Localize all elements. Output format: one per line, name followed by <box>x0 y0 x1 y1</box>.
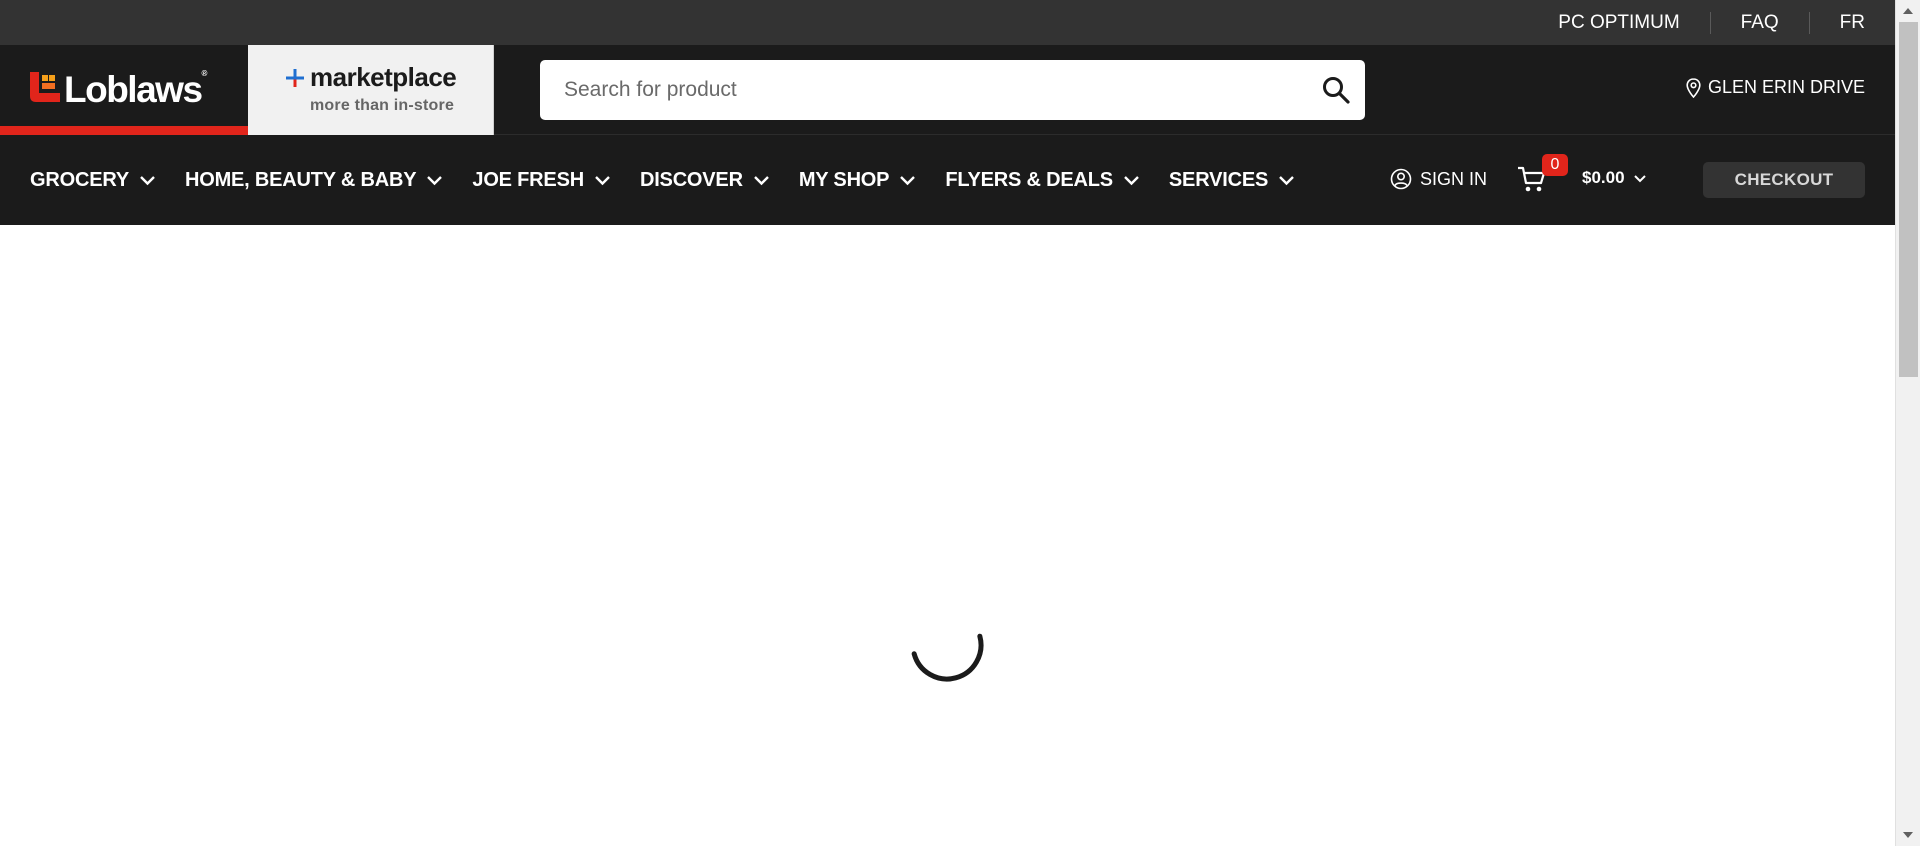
main-header: Loblaws® marketplace more than in-store <box>0 45 1895 135</box>
chevron-down-icon <box>595 175 610 185</box>
chevron-down-icon <box>1279 175 1294 185</box>
cart-total-label: $0.00 <box>1582 168 1625 187</box>
cart-count-badge: 0 <box>1542 154 1568 176</box>
nav-item-discover[interactable]: DISCOVER <box>640 169 770 192</box>
faq-link[interactable]: FAQ <box>1711 11 1810 34</box>
nav-item-label: DISCOVER <box>639 168 743 191</box>
user-circle-icon <box>1390 168 1412 190</box>
location-pin-icon <box>1686 77 1701 98</box>
sign-in-button[interactable]: SIGN IN <box>1390 168 1487 190</box>
nav-item-label: JOE FRESH <box>472 168 584 191</box>
utility-bar: PC OPTIMUM FAQ FR <box>0 0 1895 45</box>
search-input[interactable] <box>540 60 1300 120</box>
language-toggle-link[interactable]: FR <box>1810 12 1865 34</box>
search-icon[interactable] <box>1321 75 1351 105</box>
scroll-down-arrow-icon[interactable] <box>1896 824 1920 846</box>
chevron-down-icon <box>427 175 443 185</box>
scroll-up-arrow-icon[interactable] <box>1896 0 1920 22</box>
chevron-down-icon <box>140 175 155 185</box>
nav-item-label: GROCERY <box>30 168 129 191</box>
logo-wordmark: Loblaws® <box>64 69 208 110</box>
scrollbar-thumb[interactable] <box>1899 22 1918 377</box>
checkout-button[interactable]: CHECKOUT <box>1703 162 1865 198</box>
nav-item-grocery[interactable]: GROCERY <box>30 169 156 192</box>
marketplace-title: marketplace <box>310 62 457 92</box>
chevron-down-icon <box>753 175 769 185</box>
nav-item-services[interactable]: SERVICES <box>1169 169 1295 192</box>
logo-active-underline <box>0 126 248 135</box>
nav-item-home-beauty-baby[interactable]: HOME, BEAUTY & BABY <box>185 169 443 192</box>
cart-total-dropdown[interactable]: $0.00 <box>1582 168 1647 188</box>
marketplace-subtitle: more than in-store <box>310 97 455 114</box>
nav-item-my-shop[interactable]: MY SHOP <box>799 169 916 192</box>
vertical-scrollbar[interactable] <box>1895 0 1920 846</box>
nav-item-label: SERVICES <box>1168 168 1269 191</box>
main-nav: GROCERY HOME, BEAUTY & BABY JOE FRESH DI… <box>0 135 1895 225</box>
loblaws-logo-link[interactable]: Loblaws® <box>0 45 248 135</box>
nav-item-label: HOME, BEAUTY & BABY <box>184 168 417 191</box>
marketplace-link[interactable]: marketplace more than in-store <box>248 45 494 135</box>
search-bar <box>540 60 1365 120</box>
chevron-down-icon <box>1633 174 1646 182</box>
chevron-down-icon <box>1124 175 1139 185</box>
store-selector[interactable]: GLEN ERIN DRIVE <box>1686 77 1865 98</box>
nav-item-label: FLYERS & DEALS <box>945 168 1113 191</box>
loading-spinner-icon <box>911 633 984 682</box>
nav-item-joe-fresh[interactable]: JOE FRESH <box>472 169 611 192</box>
marketplace-plus-icon <box>286 69 304 87</box>
nav-item-flyers-deals[interactable]: FLYERS & DEALS <box>945 169 1140 192</box>
sign-in-label: SIGN IN <box>1420 168 1488 189</box>
nav-item-label: MY SHOP <box>798 168 890 191</box>
store-name: GLEN ERIN DRIVE <box>1707 77 1865 97</box>
loblaws-logo-icon <box>30 72 60 102</box>
chevron-down-icon <box>900 175 916 185</box>
pc-optimum-link[interactable]: PC OPTIMUM <box>1528 11 1711 34</box>
page: PC OPTIMUM FAQ FR Loblaws® marketplace m… <box>0 0 1895 846</box>
